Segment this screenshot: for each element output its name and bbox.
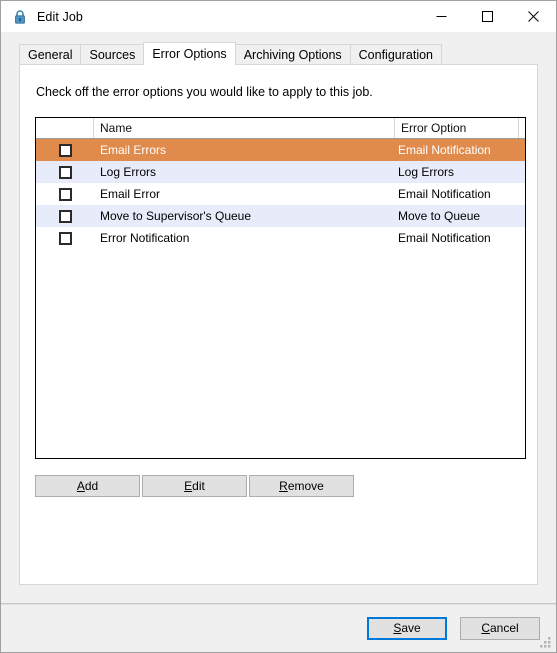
add-rest: dd	[84, 479, 99, 493]
row-name: Email Error	[100, 187, 161, 201]
add-button[interactable]: Add	[35, 475, 140, 497]
error-options-panel: Check off the error options you would li…	[19, 64, 538, 585]
checkbox-unchecked-icon[interactable]	[58, 165, 72, 179]
row-name: Move to Supervisor's Queue	[100, 209, 252, 223]
remove-accel: R	[279, 479, 288, 493]
dialog-footer: Save Cancel	[1, 605, 556, 652]
list-header-row: Name Error Option	[36, 118, 525, 139]
window-title: Edit Job	[37, 9, 83, 24]
cancel-rest: ancel	[489, 621, 519, 635]
save-rest: ave	[401, 621, 421, 635]
edit-job-dialog: Edit Job General Sources Error Options A…	[0, 0, 557, 653]
column-header-name[interactable]: Name	[94, 118, 395, 138]
minimize-icon[interactable]	[418, 1, 464, 32]
padlock-icon	[12, 9, 28, 25]
checkbox-unchecked-icon[interactable]	[58, 187, 72, 201]
edit-rest: dit	[192, 479, 205, 493]
column-header-filler	[519, 118, 525, 138]
tab-archiving-options[interactable]: Archiving Options	[234, 44, 351, 64]
cancel-button[interactable]: Cancel	[460, 617, 540, 640]
close-icon[interactable]	[510, 1, 556, 32]
table-row[interactable]: Move to Supervisor's Queue Move to Queue	[36, 205, 525, 227]
checkbox-unchecked-icon[interactable]	[58, 143, 72, 157]
tab-error-options[interactable]: Error Options	[143, 42, 236, 65]
maximize-icon[interactable]	[464, 1, 510, 32]
remove-rest: emove	[287, 479, 324, 493]
checkbox-unchecked-icon[interactable]	[58, 209, 72, 223]
remove-button[interactable]: Remove	[249, 475, 354, 497]
table-row[interactable]: Error Notification Email Notification	[36, 227, 525, 249]
resize-grip-icon[interactable]	[540, 637, 552, 649]
tab-strip: General Sources Error Options Archiving …	[19, 42, 556, 65]
table-row[interactable]: Log Errors Log Errors	[36, 161, 525, 183]
column-header-option[interactable]: Error Option	[395, 118, 519, 138]
caption-button-group	[418, 1, 556, 32]
row-error-option: Email Notification	[398, 143, 491, 157]
row-error-option: Move to Queue	[398, 209, 481, 223]
instruction-text: Check off the error options you would li…	[36, 85, 373, 99]
row-name: Email Errors	[100, 143, 167, 157]
checkbox-unchecked-icon[interactable]	[58, 231, 72, 245]
save-button[interactable]: Save	[367, 617, 447, 640]
row-checkbox-cell[interactable]	[36, 209, 94, 223]
row-checkbox-cell[interactable]	[36, 165, 94, 179]
bottom-spacer	[1, 585, 556, 603]
row-error-option: Log Errors	[398, 165, 455, 179]
column-header-checkbox[interactable]	[36, 118, 94, 138]
row-checkbox-cell[interactable]	[36, 231, 94, 245]
edit-accel: E	[184, 479, 193, 493]
tab-configuration[interactable]: Configuration	[349, 44, 443, 64]
title-bar: Edit Job	[1, 1, 556, 32]
edit-button[interactable]: Edit	[142, 475, 247, 497]
row-name: Log Errors	[100, 165, 157, 179]
row-error-option: Email Notification	[398, 187, 491, 201]
tab-sources[interactable]: Sources	[80, 44, 145, 64]
error-options-list[interactable]: Name Error Option Email Errors Email Not…	[35, 117, 526, 459]
table-row[interactable]: Email Errors Email Notification	[36, 139, 525, 161]
list-action-buttons: Add Edit Remove	[35, 475, 355, 497]
row-checkbox-cell[interactable]	[36, 143, 94, 157]
tab-general[interactable]: General	[19, 44, 82, 64]
row-checkbox-cell[interactable]	[36, 187, 94, 201]
table-row[interactable]: Email Error Email Notification	[36, 183, 525, 205]
list-body: Email Errors Email Notification Log Erro…	[36, 139, 525, 249]
row-name: Error Notification	[100, 231, 190, 245]
row-error-option: Email Notification	[398, 231, 491, 245]
cancel-accel: C	[481, 621, 490, 635]
add-accel: A	[76, 479, 85, 493]
